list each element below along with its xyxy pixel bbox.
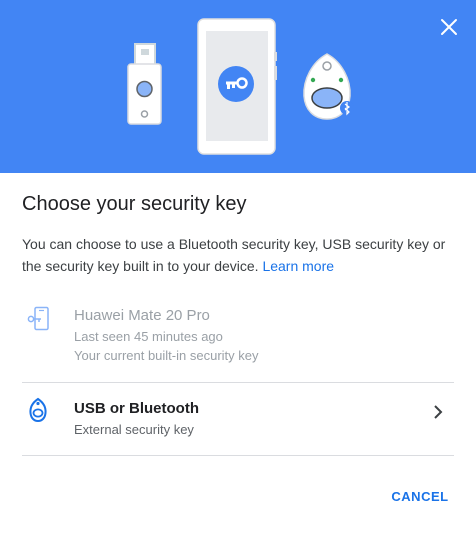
phone-key-icon: [27, 306, 49, 331]
close-icon[interactable]: [437, 15, 461, 39]
security-keys-illustration: [127, 18, 354, 155]
security-key-dialog: Choose your security key You can choose …: [0, 0, 476, 537]
security-key-icon: [29, 397, 47, 423]
cancel-button[interactable]: CANCEL: [382, 486, 458, 508]
chevron-right-icon: [434, 405, 443, 419]
option-subtitle: Your current built-in security key: [74, 348, 259, 363]
option-usb-or-bluetooth[interactable]: USB or Bluetooth External security key: [22, 383, 454, 455]
option-title: Huawei Mate 20 Pro: [74, 307, 210, 324]
option-subtitle: External security key: [74, 422, 194, 437]
option-title: USB or Bluetooth: [74, 400, 199, 417]
description-text: You can choose to use a Bluetooth securi…: [22, 236, 446, 274]
phone-illustration: [197, 18, 277, 155]
divider: [22, 455, 454, 456]
option-huawei-mate-20-pro: Huawei Mate 20 Pro Last seen 45 minutes …: [22, 300, 454, 382]
learn-more-link[interactable]: Learn more: [262, 258, 334, 274]
bluetooth-key-illustration: [303, 53, 354, 120]
option-last-seen: Last seen 45 minutes ago: [74, 329, 223, 344]
dialog-title: Choose your security key: [22, 193, 247, 215]
header-banner: [0, 0, 476, 173]
usb-key-illustration: [127, 43, 162, 125]
dialog-description: You can choose to use a Bluetooth securi…: [22, 233, 462, 277]
